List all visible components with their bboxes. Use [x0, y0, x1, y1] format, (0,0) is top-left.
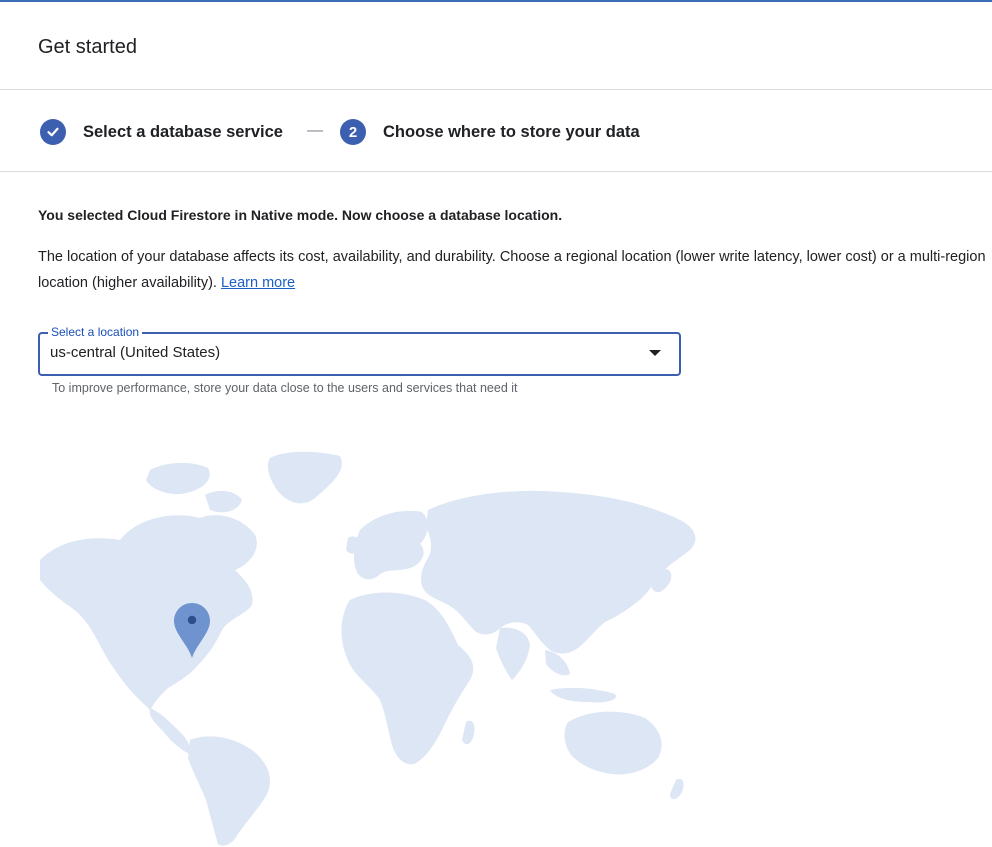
- location-hint: To improve performance, store your data …: [52, 381, 518, 395]
- description-text: The location of your database affects it…: [38, 249, 986, 291]
- world-map-land: [40, 451, 696, 846]
- step-separator: —: [307, 122, 323, 139]
- location-select-label: Select a location: [48, 324, 143, 340]
- stepper: Select a database service — 2 Choose whe…: [0, 90, 992, 172]
- location-select[interactable]: Select a location us-central (United Sta…: [38, 324, 681, 376]
- selection-summary: You selected Cloud Firestore in Native m…: [38, 207, 563, 223]
- check-icon: [40, 119, 66, 145]
- step-1-label: Select a database service: [83, 122, 283, 141]
- step-2-label: Choose where to store your data: [383, 122, 640, 141]
- page-header: Get started: [0, 2, 992, 90]
- location-description: The location of your database affects it…: [38, 244, 988, 296]
- step-2-number: 2: [340, 119, 366, 145]
- dropdown-arrow-icon[interactable]: [649, 350, 661, 356]
- step-select-database-service[interactable]: Select a database service: [40, 119, 283, 145]
- learn-more-link[interactable]: Learn more: [221, 275, 295, 291]
- step-choose-location: 2 Choose where to store your data: [340, 119, 640, 145]
- location-select-value: us-central (United States): [50, 344, 221, 361]
- page-title: Get started: [38, 36, 137, 58]
- world-map: [40, 451, 696, 846]
